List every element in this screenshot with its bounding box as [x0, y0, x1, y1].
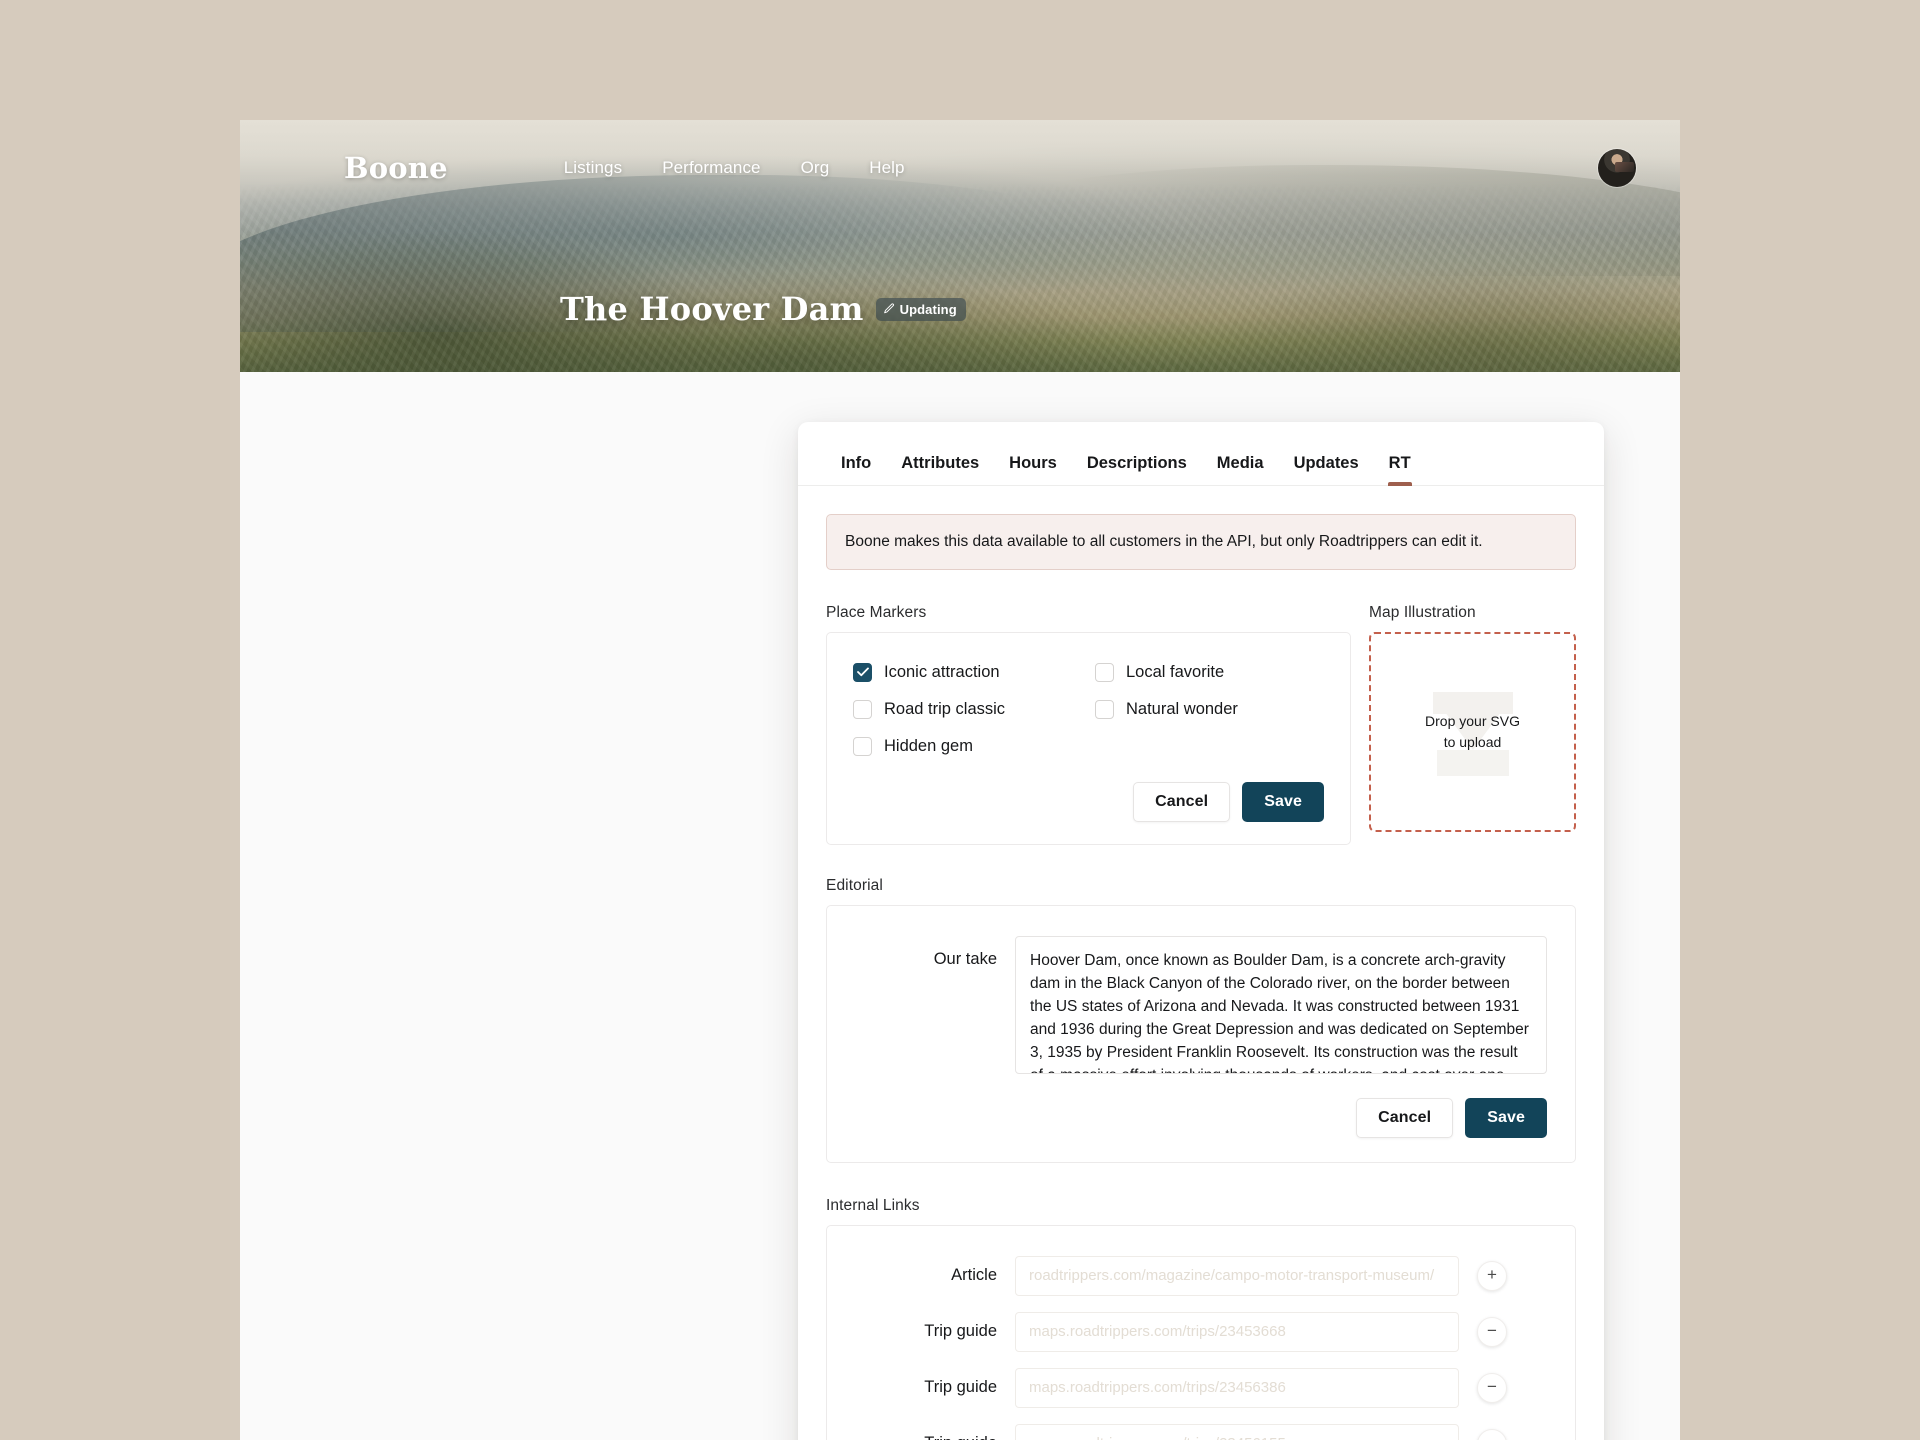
link-row: Trip guide − — [855, 1311, 1547, 1352]
top-navigation-bar: Boone Listings Performance Org Help — [240, 120, 1680, 216]
link-row: Trip guide − — [855, 1367, 1547, 1408]
tab-info[interactable]: Info — [826, 454, 886, 485]
brand-logo[interactable]: Boone — [344, 151, 448, 185]
link-url-input[interactable] — [1015, 1367, 1459, 1408]
rt-detail-modal: Info Attributes Hours Descriptions Media… — [798, 422, 1604, 1440]
our-take-field-row: Our take — [855, 935, 1547, 1074]
checkbox-box — [1095, 662, 1114, 682]
nav-link-performance[interactable]: Performance — [662, 158, 760, 178]
tab-rt[interactable]: RT — [1374, 454, 1426, 486]
map-illustration-column: Map Illustration Drop your SVG to upload — [1369, 604, 1576, 832]
checkbox-label: Local favorite — [1126, 662, 1225, 681]
dropzone-text: Drop your SVG to upload — [1425, 711, 1520, 752]
place-markers-actions: Cancel Save — [853, 781, 1324, 822]
internal-links-panel: Article + Trip guide − T — [826, 1224, 1576, 1440]
checkbox-label: Natural wonder — [1126, 699, 1238, 718]
editorial-actions: Cancel Save — [855, 1097, 1547, 1138]
editorial-heading: Editorial — [826, 876, 883, 894]
link-url-input[interactable] — [1015, 1423, 1459, 1440]
our-take-label: Our take — [933, 949, 997, 968]
checkbox-iconic-attraction[interactable]: Iconic attraction — [853, 662, 1095, 682]
link-row-label: Article — [951, 1266, 997, 1285]
nav-link-help[interactable]: Help — [869, 158, 904, 178]
internal-links-heading: Internal Links — [826, 1196, 920, 1214]
link-row: Trip guide − — [855, 1423, 1547, 1440]
remove-link-button[interactable]: − — [1477, 1316, 1507, 1347]
tab-bar: Info Attributes Hours Descriptions Media… — [798, 422, 1604, 486]
tab-hours[interactable]: Hours — [994, 454, 1072, 485]
editorial-section: Editorial Our take Cancel Save — [826, 877, 1576, 1163]
markers-and-illustration-row: Place Markers Iconic attraction Local fa… — [826, 604, 1576, 845]
page-title: The Hoover Dam — [560, 290, 864, 328]
user-avatar[interactable] — [1598, 149, 1636, 187]
link-row-label: Trip guide — [924, 1378, 997, 1397]
hero-banner: Boone Listings Performance Org Help The … — [240, 120, 1680, 372]
checkbox-box — [1095, 699, 1114, 719]
check-icon — [856, 667, 869, 677]
pencil-icon — [883, 303, 894, 314]
dropzone-line-2: to upload — [1443, 733, 1502, 750]
checkbox-road-trip-classic[interactable]: Road trip classic — [853, 699, 1095, 719]
modal-body: Boone makes this data available to all c… — [798, 486, 1604, 1440]
app-window: Boone Listings Performance Org Help The … — [240, 120, 1680, 1440]
status-badge[interactable]: Updating — [875, 297, 966, 321]
checkbox-label: Iconic attraction — [884, 662, 1000, 681]
status-badge-label: Updating — [899, 301, 957, 317]
nav-link-org[interactable]: Org — [801, 158, 830, 178]
link-row-actions: + — [1477, 1260, 1547, 1291]
place-markers-cancel-button[interactable]: Cancel — [1133, 781, 1231, 822]
tab-descriptions[interactable]: Descriptions — [1072, 454, 1202, 485]
internal-links-section: Internal Links Article + Trip guide − — [826, 1197, 1576, 1440]
remove-link-button[interactable]: − — [1477, 1428, 1507, 1440]
checkbox-box — [853, 699, 872, 719]
link-row-actions: − — [1477, 1428, 1547, 1440]
link-url-input[interactable] — [1015, 1255, 1459, 1296]
dropzone-line-1: Drop your SVG — [1425, 713, 1520, 730]
svg-dropzone[interactable]: Drop your SVG to upload — [1369, 631, 1576, 832]
remove-link-button[interactable]: − — [1477, 1372, 1507, 1403]
link-row-label: Trip guide — [924, 1322, 997, 1341]
link-row-actions: − — [1477, 1316, 1547, 1347]
place-markers-save-button[interactable]: Save — [1242, 781, 1324, 822]
place-markers-panel: Iconic attraction Local favorite Road tr… — [826, 631, 1351, 845]
link-url-input[interactable] — [1015, 1311, 1459, 1352]
nav-link-listings[interactable]: Listings — [564, 158, 622, 178]
link-row-actions: − — [1477, 1372, 1547, 1403]
link-row-label: Trip guide — [855, 1434, 997, 1440]
hero-title-row: The Hoover Dam Updating — [560, 290, 966, 328]
checkbox-box — [853, 736, 872, 756]
nav-links: Listings Performance Org Help — [564, 158, 905, 178]
editorial-cancel-button[interactable]: Cancel — [1356, 1097, 1454, 1138]
editorial-panel: Our take Cancel Save — [826, 904, 1576, 1163]
tab-attributes[interactable]: Attributes — [886, 454, 994, 485]
checkbox-hidden-gem[interactable]: Hidden gem — [853, 736, 1095, 756]
our-take-textarea[interactable] — [1015, 935, 1547, 1074]
checkbox-natural-wonder[interactable]: Natural wonder — [1095, 699, 1324, 719]
tab-media[interactable]: Media — [1202, 454, 1279, 485]
link-row: Article + — [855, 1255, 1547, 1296]
checkbox-label: Hidden gem — [884, 736, 973, 755]
place-markers-heading: Place Markers — [826, 603, 927, 621]
api-notice-banner: Boone makes this data available to all c… — [826, 514, 1576, 570]
checkbox-local-favorite[interactable]: Local favorite — [1095, 662, 1324, 682]
tab-updates[interactable]: Updates — [1279, 454, 1374, 485]
editorial-save-button[interactable]: Save — [1465, 1097, 1547, 1138]
checkbox-label: Road trip classic — [884, 699, 1006, 718]
checkbox-box — [853, 662, 872, 682]
map-illustration-heading: Map Illustration — [1369, 603, 1476, 621]
add-link-button[interactable]: + — [1477, 1260, 1507, 1291]
place-markers-grid: Iconic attraction Local favorite Road tr… — [853, 662, 1324, 756]
